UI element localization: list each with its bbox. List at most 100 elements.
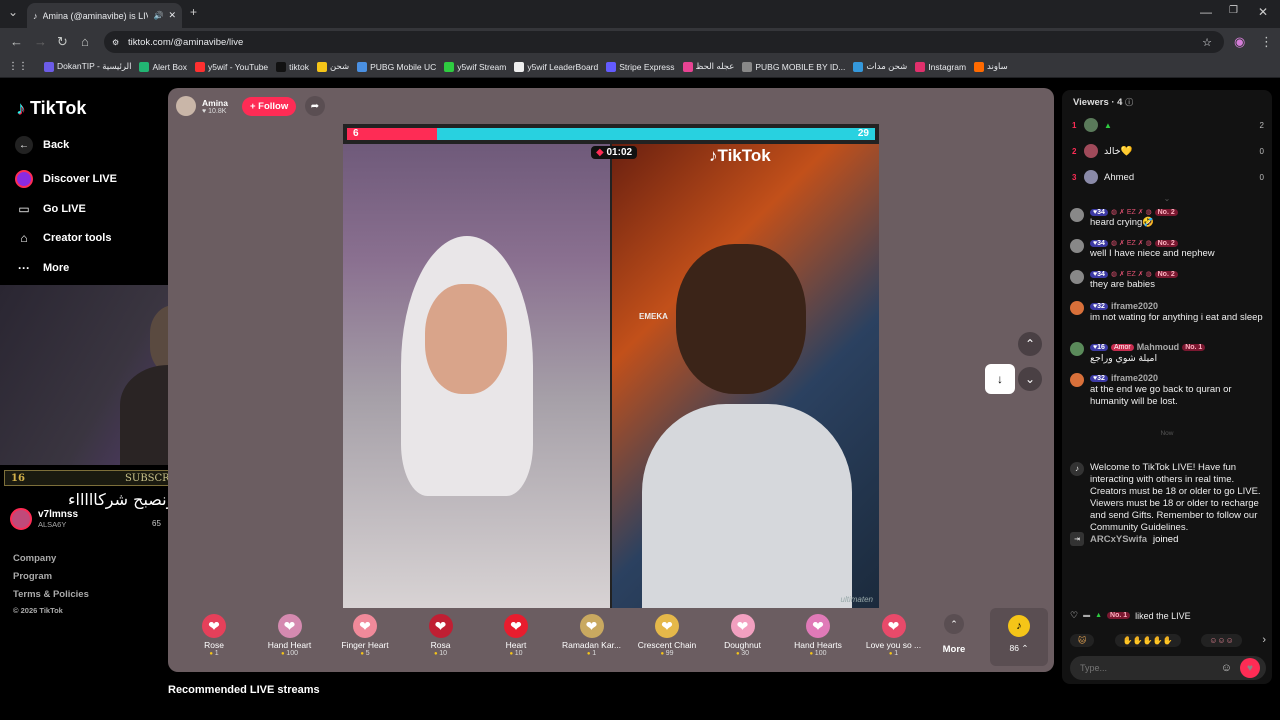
download-arrow-icon[interactable]: ↓	[985, 364, 1015, 394]
footer-terms[interactable]: Terms & Policies	[13, 589, 89, 600]
coin-balance-button[interactable]: ♪ 86 ⌃	[990, 608, 1048, 666]
level-badge: ♥34	[1090, 270, 1108, 278]
close-tab-icon[interactable]: ✕	[168, 10, 176, 21]
chat-panel: Viewers · 4 ⓘ 1 ▲ 2 2 خالد💛 0 3 Ahmed 0 …	[1062, 90, 1272, 684]
tiktok-logo[interactable]: ♪ TikTok	[16, 98, 86, 119]
bookmark-item[interactable]: tiktok	[276, 61, 309, 72]
bookmark-item[interactable]: y5wif LeaderBoard	[514, 61, 598, 72]
host-avatar[interactable]	[176, 96, 196, 116]
bookmark-item[interactable]: عجله الحظ	[682, 61, 734, 72]
sidebar-item-creator-tools[interactable]: ⌂ Creator tools	[15, 229, 111, 247]
badge-icons: ◍ ✗ EZ ✗ ◍	[1110, 209, 1152, 216]
avatar[interactable]	[1070, 239, 1084, 253]
site-info-icon[interactable]: ⚙	[112, 38, 119, 47]
chevron-up-icon[interactable]: ⌃	[1018, 332, 1042, 356]
gift-item[interactable]: ❤ Rosa10	[403, 608, 479, 657]
chat-username[interactable]: iframe2020	[1111, 301, 1158, 311]
bookmark-favicon-icon	[317, 61, 327, 72]
reaction-hands-icon[interactable]: ✋✋✋✋✋	[1114, 633, 1181, 647]
gift-item[interactable]: ❤ Ramadan Kar...1	[554, 608, 630, 657]
level-badge: ♥34	[1090, 239, 1108, 247]
poster-text: EMEKA	[639, 312, 668, 321]
joined-user[interactable]: ARCxYSwifa	[1090, 534, 1147, 545]
bookmark-item[interactable]: Instagram	[915, 61, 966, 72]
chat-username[interactable]: Mahmoud	[1137, 342, 1180, 352]
crown-icon: ▬	[1083, 612, 1091, 619]
new-tab-button[interactable]: +	[190, 5, 197, 19]
apps-grid-icon[interactable]: ⋮⋮	[8, 61, 28, 72]
doughnut-icon: ❤	[730, 614, 755, 638]
gift-item[interactable]: ❤ Finger Heart5	[327, 608, 403, 657]
host-name[interactable]: Amina	[202, 98, 228, 108]
reaction-cat-icon[interactable]: 🐱	[1070, 633, 1095, 647]
sidebar-item-label: Go LIVE	[43, 203, 86, 215]
sidebar-item-label: More	[43, 262, 70, 274]
bookmark-label: PUBG Mobile UC	[370, 61, 437, 72]
tab-search-icon[interactable]: ⌄	[8, 5, 18, 19]
bookmark-star-icon[interactable]: ☆	[1202, 36, 1212, 49]
minimize-icon[interactable]: —	[1200, 5, 1212, 19]
emoji-icon[interactable]: ☺	[1221, 662, 1232, 674]
send-heart-button[interactable]: ♥	[1240, 658, 1260, 678]
bookmark-item[interactable]: شحن	[317, 61, 349, 72]
avatar[interactable]	[1070, 208, 1084, 222]
bookmark-item[interactable]: y5wif - YouTube	[194, 61, 269, 72]
video-watermark: ultimaten	[840, 595, 873, 604]
avatar[interactable]	[1070, 373, 1084, 387]
profile-icon[interactable]: ◉	[1234, 34, 1245, 50]
info-icon[interactable]: ⓘ	[1125, 98, 1133, 107]
sidebar-item-more[interactable]: ··· More	[15, 259, 69, 277]
footer-company[interactable]: Company	[13, 553, 56, 564]
footer-program[interactable]: Program	[13, 571, 52, 582]
gift-item[interactable]: ❤ Hand Hearts100	[780, 608, 856, 657]
speaker-icon[interactable]: 🔊	[153, 11, 163, 20]
bookmark-item[interactable]: PUBG MOBILE BY ID...	[742, 61, 845, 72]
gift-item[interactable]: ❤ Hand Heart100	[252, 608, 328, 657]
gift-item[interactable]: ❤ Rose1	[176, 608, 252, 657]
restore-icon[interactable]: ❐	[1229, 5, 1238, 16]
sidebar-streamer-item[interactable]: v7lmnss ALSA6Y 65	[10, 508, 161, 530]
bookmark-item[interactable]: ساوند	[974, 61, 1008, 72]
reload-icon[interactable]: ↻	[57, 34, 68, 50]
back-arrow-icon[interactable]: ←	[10, 34, 23, 49]
viewer-row[interactable]: 1 ▲ 2	[1072, 118, 1264, 132]
forward-arrow-icon[interactable]: →	[34, 34, 47, 49]
avatar[interactable]	[1070, 270, 1084, 284]
sidebar-item-go-live[interactable]: ▭ Go LIVE	[15, 200, 86, 218]
share-icon[interactable]: ➦	[305, 96, 325, 116]
tiktok-logo-text: TikTok	[30, 98, 87, 118]
chevron-right-icon[interactable]: ›	[1262, 634, 1266, 646]
bookmark-item[interactable]: Stripe Express	[606, 61, 675, 72]
sidebar-item-discover-live[interactable]: Discover LIVE	[15, 170, 117, 188]
ramadan-icon: ❤	[579, 614, 604, 638]
chat-username[interactable]: iframe2020	[1111, 373, 1158, 383]
gift-item[interactable]: ❤ Crescent Chain99	[629, 608, 705, 657]
browser-tab[interactable]: ♪ Amina (@aminavibe) is LIVE 🔊 ✕	[27, 3, 182, 28]
gift-item[interactable]: ❤ Love you so ...1	[856, 608, 932, 657]
gift-item[interactable]: ❤ Heart10	[478, 608, 554, 657]
close-window-icon[interactable]: ✕	[1258, 5, 1268, 19]
avatar[interactable]	[1070, 342, 1084, 356]
menu-dots-icon[interactable]: ⋮	[1260, 34, 1273, 50]
bookmark-item[interactable]: Alert Box	[139, 61, 187, 72]
url-field[interactable]: ⚙ tiktok.com/@aminavibe/live ☆	[104, 31, 1224, 53]
expand-viewers-icon[interactable]: ⌄	[1062, 194, 1272, 203]
avatar[interactable]	[1070, 301, 1084, 315]
more-gifts-button[interactable]: ⌃ More	[938, 608, 970, 655]
bookmark-item[interactable]: DokanTIP - الرئيسية	[44, 61, 131, 72]
follow-button[interactable]: + Follow	[241, 96, 297, 116]
reaction-faces-icon[interactable]: ☺☺☺	[1201, 633, 1242, 647]
viewer-name: Ahmed	[1104, 171, 1135, 183]
bookmark-label: y5wif - YouTube	[207, 61, 269, 72]
chat-input[interactable]	[1080, 663, 1221, 673]
viewer-row[interactable]: 2 خالد💛 0	[1072, 144, 1264, 158]
viewer-row[interactable]: 3 Ahmed 0	[1072, 170, 1264, 184]
back-link[interactable]: ← Back	[15, 136, 69, 154]
bookmark-item[interactable]: شحن مدات	[853, 61, 907, 72]
chevron-down-icon[interactable]: ⌄	[1018, 367, 1042, 391]
tiktok-watermark: ♪TikTok	[709, 146, 771, 165]
bookmark-item[interactable]: PUBG Mobile UC	[357, 61, 437, 72]
home-icon[interactable]: ⌂	[81, 34, 89, 49]
bookmark-item[interactable]: y5wif Stream	[444, 61, 506, 72]
gift-item[interactable]: ❤ Doughnut30	[705, 608, 781, 657]
